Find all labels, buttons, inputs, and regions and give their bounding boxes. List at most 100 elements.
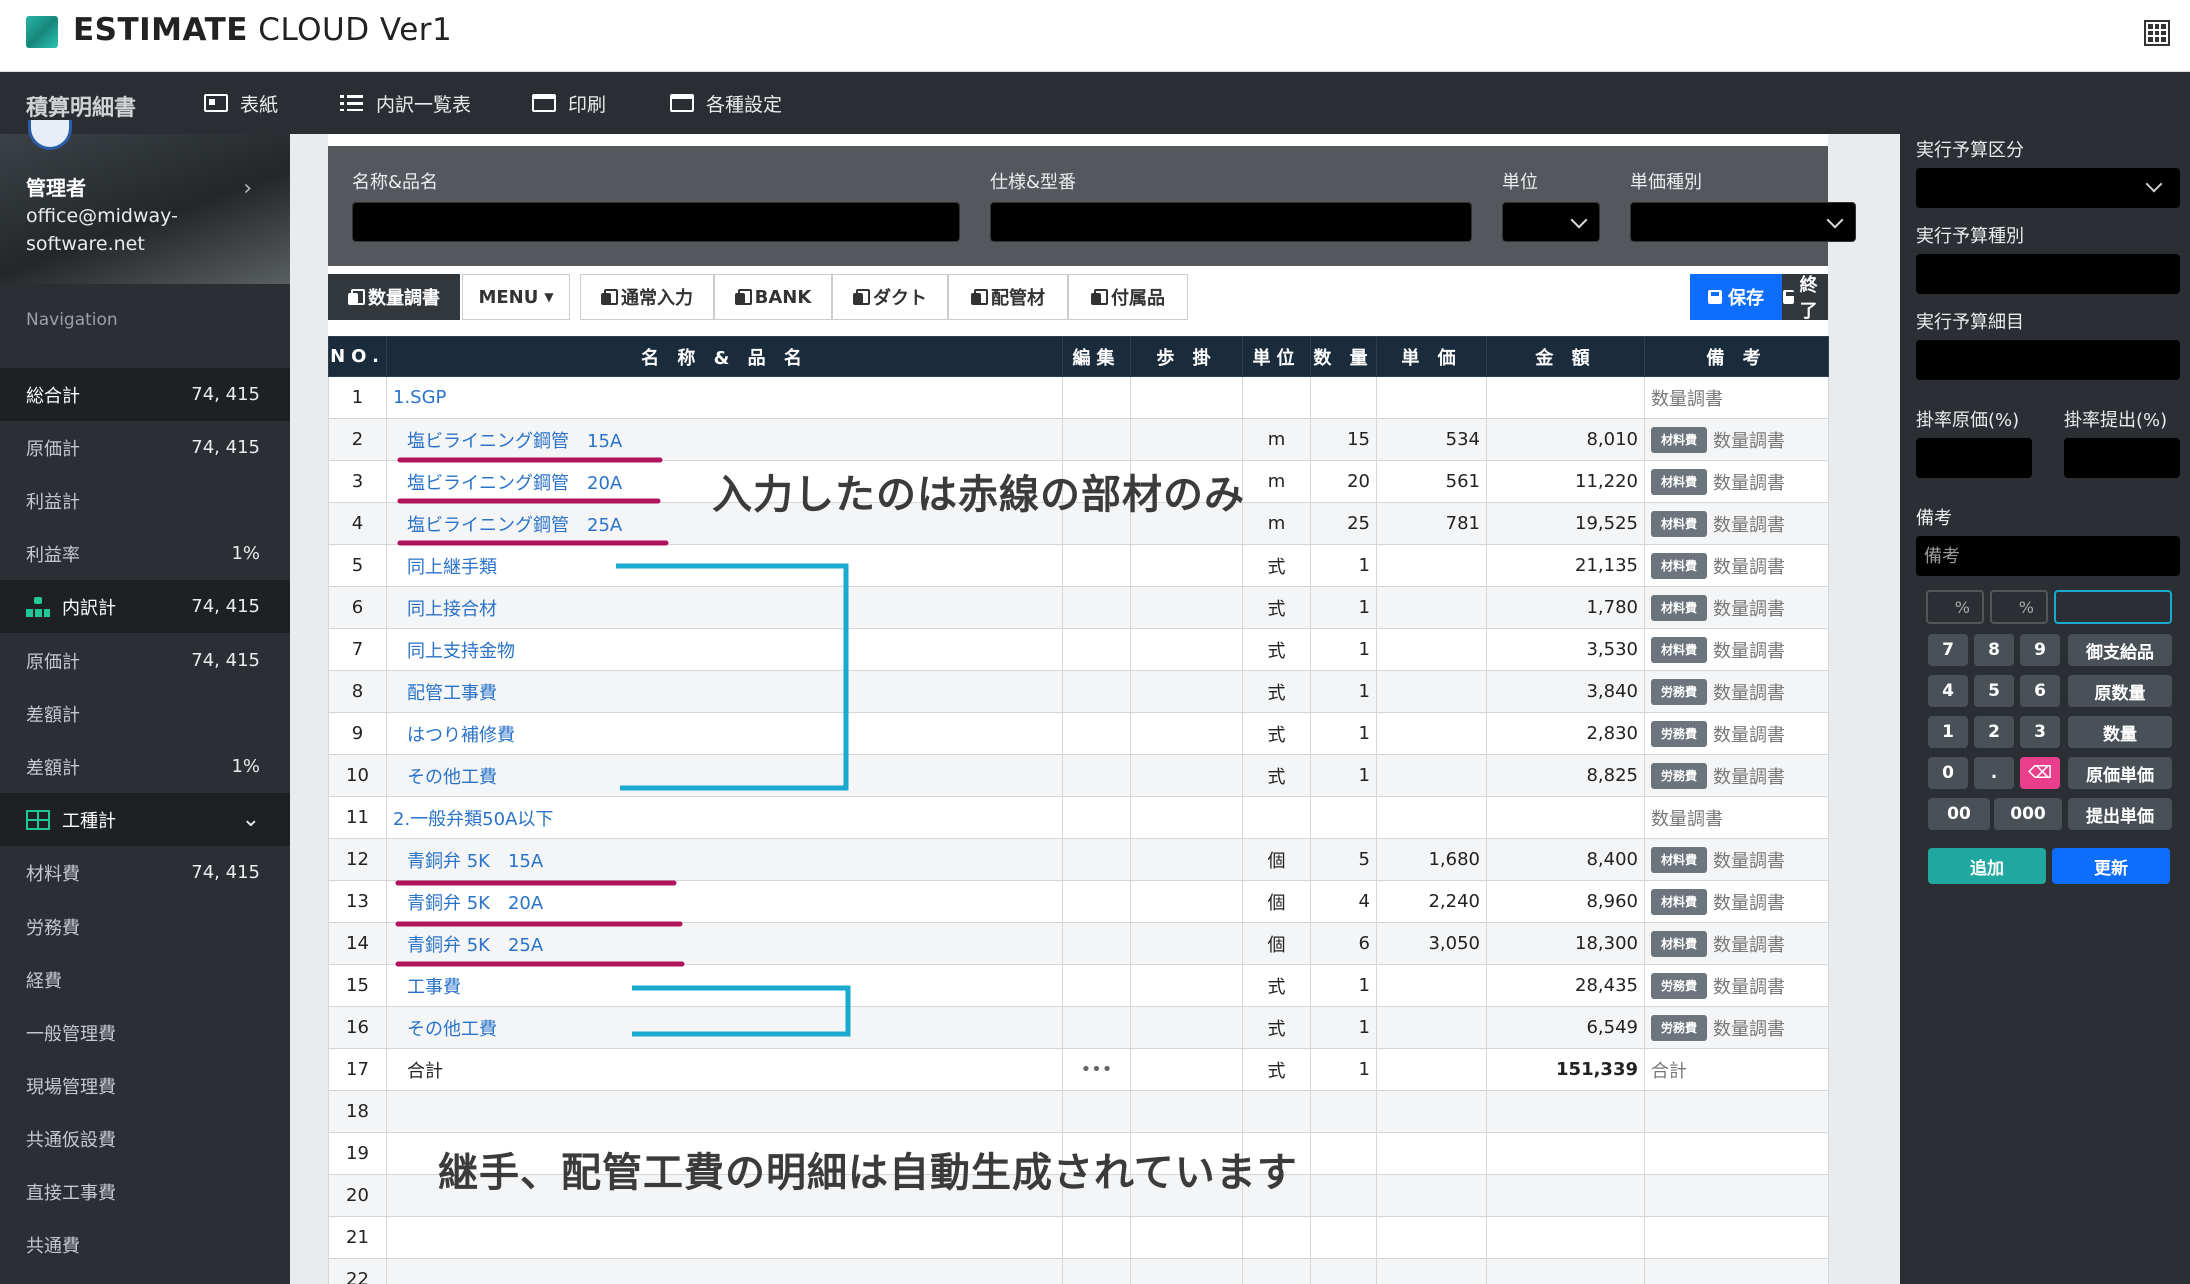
- keypad-key[interactable]: 00: [1928, 798, 1990, 830]
- table-row[interactable]: 17 合計 ••• 式 1 151,339 合計: [328, 1048, 1829, 1091]
- keypad-key[interactable]: 原数量: [2068, 675, 2172, 707]
- table-row[interactable]: 10 その他工費 式 1 8,825 労務費 数量調書: [328, 754, 1829, 797]
- survey-button[interactable]: 数量調書: [328, 274, 460, 320]
- add-button[interactable]: 追加: [1928, 848, 2046, 884]
- keypad-key[interactable]: 7: [1928, 634, 1968, 666]
- keypad-key[interactable]: 0: [1928, 757, 1968, 789]
- item-name[interactable]: 青銅弁 5K 25A: [386, 922, 1063, 965]
- keypad-key[interactable]: 3: [2020, 716, 2060, 748]
- keypad-key[interactable]: 8: [1974, 634, 2014, 666]
- user-profile[interactable]: 管理者 office@midway-software.net ›: [0, 120, 290, 284]
- sidebar-item[interactable]: 総合計 74, 415: [0, 368, 290, 421]
- name-input[interactable]: [352, 202, 960, 242]
- sidebar-item[interactable]: 直接工事費: [0, 1165, 290, 1218]
- item-name[interactable]: その他工費: [386, 754, 1063, 797]
- item-name[interactable]: 配管工事費: [386, 670, 1063, 713]
- table-row[interactable]: 2 塩ビライニング鋼管 15A m 15 534 8,010 材料費 数量調書: [328, 418, 1829, 461]
- item-name[interactable]: 青銅弁 5K 15A: [386, 838, 1063, 881]
- duct-button[interactable]: ダクト: [832, 274, 948, 320]
- item-name[interactable]: 塩ビライニング鋼管 15A: [386, 418, 1063, 461]
- item-name[interactable]: 同上支持金物: [386, 628, 1063, 671]
- percent-field-2[interactable]: %: [1990, 590, 2048, 624]
- item-name[interactable]: 工事費: [386, 964, 1063, 1007]
- budget-class-select[interactable]: [1916, 168, 2180, 208]
- bank-button[interactable]: BANK: [714, 274, 832, 320]
- sidebar-item[interactable]: 現場管理費: [0, 1059, 290, 1112]
- item-name[interactable]: 同上継手類: [386, 544, 1063, 587]
- nav-print[interactable]: 印刷: [532, 88, 606, 118]
- keypad-key[interactable]: 5: [1974, 675, 2014, 707]
- table-row[interactable]: 6 同上接合材 式 1 1,780 材料費 数量調書: [328, 586, 1829, 629]
- table-row[interactable]: 1 1.SGP 数量調書: [328, 376, 1829, 419]
- table-row[interactable]: 12 青銅弁 5K 15A 個 5 1,680 8,400 材料費 数量調書: [328, 838, 1829, 881]
- nav-breakdown-list[interactable]: 内訳一覧表: [340, 88, 471, 118]
- table-row[interactable]: 8 配管工事費 式 1 3,840 労務費 数量調書: [328, 670, 1829, 713]
- spec-input[interactable]: [990, 202, 1472, 242]
- piping-material-button[interactable]: 配管材: [948, 274, 1068, 320]
- keypad-key[interactable]: 2: [1974, 716, 2014, 748]
- table-row[interactable]: 15 工事費 式 1 28,435 労務費 数量調書: [328, 964, 1829, 1007]
- table-row[interactable]: 21: [328, 1216, 1829, 1259]
- keypad-key[interactable]: 9: [2020, 634, 2060, 666]
- rate-cost-input[interactable]: [1916, 438, 2032, 478]
- table-row[interactable]: 14 青銅弁 5K 25A 個 6 3,050 18,300 材料費 数量調書: [328, 922, 1829, 965]
- keypad-display[interactable]: [2054, 590, 2172, 624]
- sidebar-item[interactable]: 工種計 ⌄: [0, 793, 290, 846]
- sidebar-item[interactable]: 共通仮設費: [0, 1112, 290, 1165]
- accessory-button[interactable]: 付属品: [1068, 274, 1188, 320]
- unit-select[interactable]: [1502, 202, 1600, 242]
- sidebar-item[interactable]: 経費: [0, 953, 290, 1006]
- table-row[interactable]: 13 青銅弁 5K 20A 個 4 2,240 8,960 材料費 数量調書: [328, 880, 1829, 923]
- chevron-down-icon[interactable]: ⌄: [242, 807, 260, 832]
- sidebar-item[interactable]: 一般管理費: [0, 1006, 290, 1059]
- keypad-key[interactable]: 提出単価: [2068, 798, 2172, 830]
- keypad-key[interactable]: 数量: [2068, 716, 2172, 748]
- item-name[interactable]: 1.SGP: [386, 376, 1063, 419]
- keypad-key[interactable]: 御支給品: [2068, 634, 2172, 666]
- sidebar-item[interactable]: 材料費 74, 415: [0, 846, 290, 899]
- nav-settings[interactable]: 各種設定: [670, 88, 782, 118]
- sidebar-item[interactable]: 原価計 74, 415: [0, 421, 290, 474]
- save-button[interactable]: 保存: [1690, 274, 1782, 320]
- table-row[interactable]: 22: [328, 1258, 1829, 1284]
- sidebar-item[interactable]: 原価計 74, 415: [0, 634, 290, 687]
- exit-button[interactable]: 終了: [1782, 274, 1828, 322]
- table-row[interactable]: 18: [328, 1090, 1829, 1133]
- table-row[interactable]: 9 はつり補修費 式 1 2,830 労務費 数量調書: [328, 712, 1829, 755]
- more-icon[interactable]: •••: [1062, 1048, 1131, 1091]
- budget-type-input[interactable]: [1916, 254, 2180, 294]
- budget-detail-input[interactable]: [1916, 340, 2180, 380]
- sidebar-item[interactable]: 利益計: [0, 474, 290, 527]
- table-row[interactable]: 16 その他工費 式 1 6,549 労務費 数量調書: [328, 1006, 1829, 1049]
- sidebar-item[interactable]: 差額計 1%: [0, 740, 290, 793]
- eraser-icon[interactable]: ⌫: [2020, 757, 2060, 789]
- price-type-select[interactable]: [1630, 202, 1856, 242]
- sidebar-item[interactable]: 労務費: [0, 900, 290, 953]
- update-button[interactable]: 更新: [2052, 848, 2170, 884]
- item-name[interactable]: はつり補修費: [386, 712, 1063, 755]
- table-row[interactable]: 5 同上継手類 式 1 21,135 材料費 数量調書: [328, 544, 1829, 587]
- item-name[interactable]: 青銅弁 5K 20A: [386, 880, 1063, 923]
- sidebar-item[interactable]: 内訳計 74, 415: [0, 580, 290, 633]
- keypad-key[interactable]: 1: [1928, 716, 1968, 748]
- percent-field-1[interactable]: %: [1926, 590, 1984, 624]
- item-name[interactable]: 2.一般弁類50A以下: [386, 796, 1063, 839]
- keypad-key[interactable]: 6: [2020, 675, 2060, 707]
- keypad-key[interactable]: 4: [1928, 675, 1968, 707]
- nav-cover[interactable]: 表紙: [204, 88, 278, 118]
- item-name[interactable]: その他工費: [386, 1006, 1063, 1049]
- rate-submit-input[interactable]: [2064, 438, 2180, 478]
- table-row[interactable]: 11 2.一般弁類50A以下 数量調書: [328, 796, 1829, 839]
- sidebar-item[interactable]: 利益率 1%: [0, 527, 290, 580]
- menu-dropdown[interactable]: MENU ▼: [462, 274, 570, 320]
- keypad-key[interactable]: 原価単価: [2068, 757, 2172, 789]
- sidebar-item[interactable]: 差額計: [0, 687, 290, 740]
- item-name[interactable]: 同上接合材: [386, 586, 1063, 629]
- remarks-input[interactable]: 備考: [1916, 536, 2180, 576]
- chevron-right-icon[interactable]: ›: [243, 176, 252, 201]
- apps-grid-icon[interactable]: [2144, 20, 2170, 46]
- normal-input-button[interactable]: 通常入力: [580, 274, 714, 320]
- table-row[interactable]: 7 同上支持金物 式 1 3,530 材料費 数量調書: [328, 628, 1829, 671]
- keypad-key[interactable]: .: [1974, 757, 2014, 789]
- keypad-key[interactable]: 000: [1994, 798, 2062, 830]
